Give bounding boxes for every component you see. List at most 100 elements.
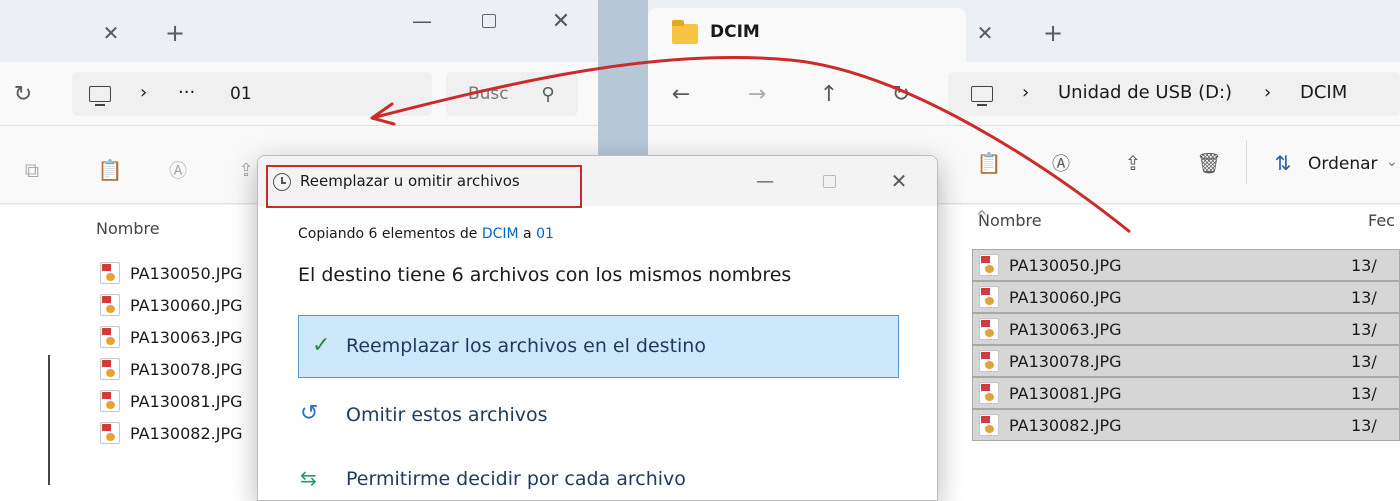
title-annotation-box xyxy=(266,165,582,208)
file-date: 13/ xyxy=(1351,287,1377,307)
sort-icon[interactable]: ⇅ xyxy=(1268,148,1298,178)
toolbar-divider xyxy=(1246,140,1247,184)
list-item[interactable]: PA130078.JPG xyxy=(100,353,243,385)
image-file-icon xyxy=(100,326,120,348)
file-name: PA130078.JPG xyxy=(130,359,243,379)
vertical-scrollbar[interactable] xyxy=(48,355,50,485)
file-name: PA130078.JPG xyxy=(1009,351,1122,371)
refresh-icon[interactable]: ↻ xyxy=(8,79,38,109)
left-navbar: ↻ › ··· 01 Busc ⚲ xyxy=(0,62,598,126)
image-file-icon xyxy=(979,254,999,276)
file-name: PA130081.JPG xyxy=(1009,383,1122,403)
decide-icon[interactable]: ⇆ xyxy=(300,466,317,490)
column-header-name[interactable]: Nombre xyxy=(96,219,160,238)
forward-icon[interactable]: → xyxy=(742,79,772,109)
folder-icon xyxy=(670,20,700,46)
file-date: 13/ xyxy=(1351,255,1377,275)
file-name: PA130082.JPG xyxy=(1009,415,1122,435)
minimize-icon[interactable]: — xyxy=(750,166,780,196)
decide-option[interactable]: Permitirme decidir por cada archivo xyxy=(346,468,686,490)
source-folder-link[interactable]: DCIM xyxy=(482,226,519,242)
search-icon[interactable]: ⚲ xyxy=(536,82,560,106)
image-file-icon xyxy=(100,262,120,284)
breadcrumb-folder[interactable]: DCIM xyxy=(1300,82,1347,103)
close-icon[interactable]: ✕ xyxy=(884,166,914,196)
image-file-icon xyxy=(979,286,999,308)
paste-icon[interactable]: 📋 xyxy=(96,156,124,184)
address-bar[interactable] xyxy=(72,72,432,116)
image-file-icon xyxy=(100,294,120,316)
file-name: PA130063.JPG xyxy=(1009,319,1122,339)
list-item[interactable]: PA130081.JPG xyxy=(100,385,243,417)
share-icon[interactable]: ⇪ xyxy=(232,156,260,184)
rename-icon[interactable]: Ⓐ xyxy=(164,156,192,184)
image-file-icon xyxy=(100,390,120,412)
path-current-folder[interactable]: 01 xyxy=(230,84,252,104)
close-window-icon[interactable]: ✕ xyxy=(546,6,576,36)
image-file-icon xyxy=(100,358,120,380)
list-item[interactable]: PA130050.JPG xyxy=(100,257,243,289)
refresh-icon[interactable]: ↻ xyxy=(886,79,916,109)
new-tab-icon[interactable]: + xyxy=(1038,18,1068,48)
minimize-icon[interactable]: — xyxy=(404,6,440,36)
right-navbar: ← → ↑ ↻ › Unidad de USB (D:) › DCIM xyxy=(648,62,1400,126)
tab-title: DCIM xyxy=(710,22,760,42)
file-date: 13/ xyxy=(1351,351,1377,371)
delete-icon[interactable]: 🗑 xyxy=(1194,148,1224,178)
list-item[interactable]: PA130063.JPG xyxy=(100,321,243,353)
file-date: 13/ xyxy=(1351,319,1377,339)
copy-icon[interactable]: ⧉ xyxy=(18,156,46,184)
file-name: PA130060.JPG xyxy=(130,295,243,315)
image-file-icon xyxy=(979,414,999,436)
image-file-icon xyxy=(979,382,999,404)
copy-summary-prefix: Copiando 6 elementos de xyxy=(298,226,478,242)
new-tab-icon[interactable]: + xyxy=(160,18,190,48)
list-item[interactable]: PA130082.JPG xyxy=(100,417,243,449)
image-file-icon xyxy=(979,318,999,340)
chevron-right-icon: › xyxy=(1022,82,1030,103)
dialog-heading: El destino tiene 6 archivos con los mism… xyxy=(298,264,792,286)
breadcrumb-drive[interactable]: Unidad de USB (D:) xyxy=(1058,82,1232,103)
table-row[interactable]: PA130078.JPG 13/ xyxy=(972,345,1400,377)
back-icon[interactable]: ← xyxy=(666,79,696,109)
close-tab-icon[interactable]: ✕ xyxy=(96,18,126,48)
replace-option-label: Reemplazar los archivos en el destino xyxy=(346,335,706,357)
file-date: 13/ xyxy=(1351,415,1377,435)
path-ellipsis[interactable]: ··· xyxy=(178,82,195,103)
column-header-name[interactable]: Nombre xyxy=(978,211,1042,230)
sort-button[interactable]: Ordenar xyxy=(1308,154,1378,174)
file-name: PA130060.JPG xyxy=(1009,287,1122,307)
chevron-right-icon: › xyxy=(1264,82,1272,103)
file-name: PA130063.JPG xyxy=(130,327,243,347)
chevron-right-icon: › xyxy=(140,82,148,103)
chevron-down-icon[interactable]: ⌄ xyxy=(1386,154,1398,170)
computer-icon xyxy=(86,82,114,106)
maximize-icon[interactable] xyxy=(474,6,504,36)
image-file-icon xyxy=(979,350,999,372)
up-icon[interactable]: ↑ xyxy=(814,79,844,109)
rename-icon[interactable]: Ⓐ xyxy=(1046,148,1076,178)
file-name: PA130082.JPG xyxy=(130,423,243,443)
check-icon: ✓ xyxy=(312,333,331,358)
copy-summary: Copiando 6 elementos de DCIM a 01 xyxy=(298,226,554,242)
skip-option[interactable]: Omitir estos archivos xyxy=(346,404,548,426)
table-row[interactable]: PA130081.JPG 13/ xyxy=(972,377,1400,409)
table-row[interactable]: PA130050.JPG 13/ xyxy=(972,249,1400,281)
replace-skip-dialog: Reemplazar u omitir archivos — ✕ Copiand… xyxy=(257,155,938,501)
close-tab-icon[interactable]: ✕ xyxy=(970,18,1000,48)
computer-icon xyxy=(968,82,996,106)
search-placeholder: Busc xyxy=(468,84,509,104)
table-row[interactable]: PA130082.JPG 13/ xyxy=(972,409,1400,441)
share-icon[interactable]: ⇪ xyxy=(1118,148,1148,178)
undo-icon[interactable]: ↺ xyxy=(300,401,318,426)
file-name: PA130050.JPG xyxy=(130,263,243,283)
destination-folder-link[interactable]: 01 xyxy=(536,226,554,242)
paste-icon[interactable]: 📋 xyxy=(974,148,1004,178)
list-item[interactable]: PA130060.JPG xyxy=(100,289,243,321)
file-name: PA130050.JPG xyxy=(1009,255,1122,275)
column-header-date[interactable]: Fec xyxy=(1368,211,1395,230)
right-titlebar: DCIM ✕ + xyxy=(648,0,1400,62)
table-row[interactable]: PA130063.JPG 13/ xyxy=(972,313,1400,345)
copy-summary-middle: a xyxy=(523,226,532,242)
table-row[interactable]: PA130060.JPG 13/ xyxy=(972,281,1400,313)
